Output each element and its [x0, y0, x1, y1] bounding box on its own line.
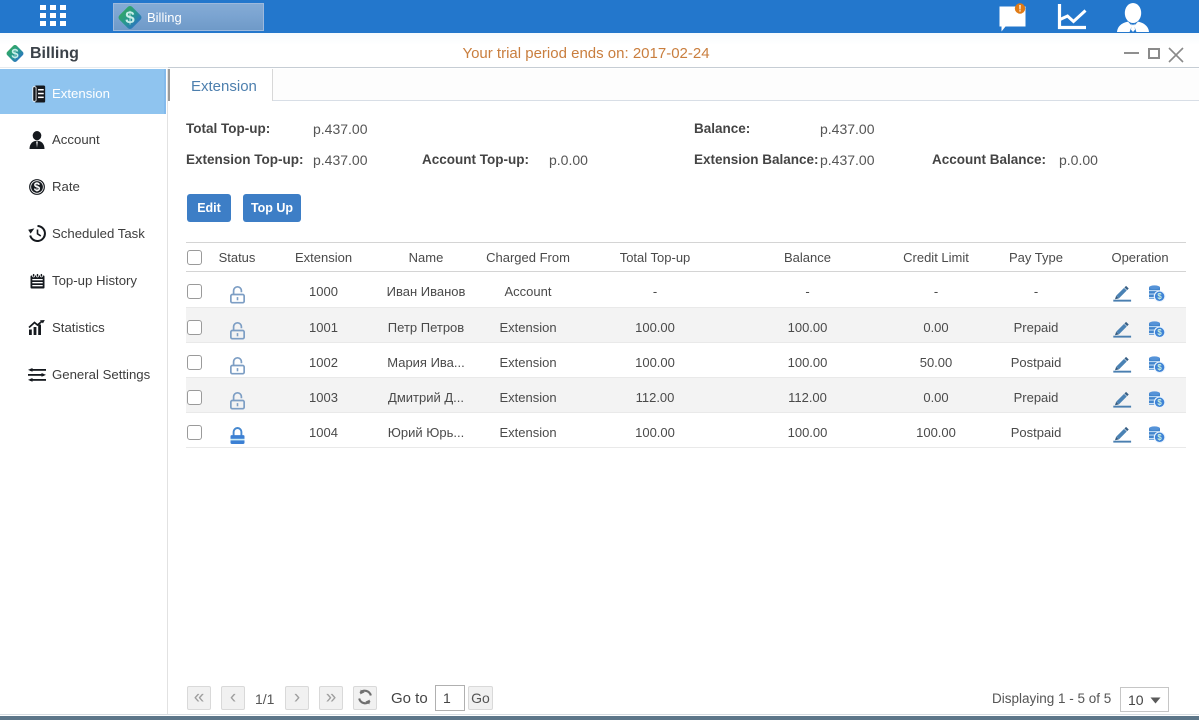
- svg-text:$: $: [1157, 398, 1162, 407]
- svg-text:$: $: [1157, 292, 1162, 301]
- svg-text:!: !: [1019, 4, 1022, 14]
- svg-text:$: $: [125, 8, 135, 27]
- svg-text:$: $: [1157, 328, 1162, 337]
- svg-text:$: $: [1157, 433, 1162, 442]
- svg-text:$: $: [34, 182, 41, 194]
- svg-text:$: $: [11, 46, 19, 61]
- svg-text:$: $: [1157, 363, 1162, 372]
